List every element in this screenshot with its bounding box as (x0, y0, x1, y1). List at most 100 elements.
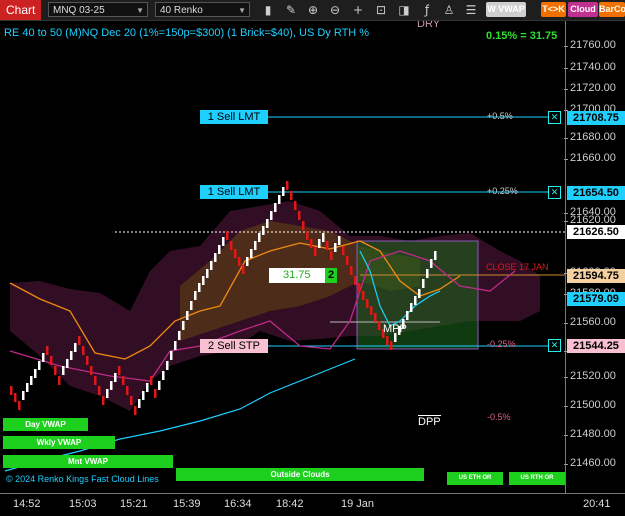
time-axis[interactable]: 14:52 15:03 15:21 15:39 16:34 18:42 19 J… (0, 493, 625, 516)
x-tick: 15:39 (173, 498, 201, 510)
instrument-selector[interactable]: MNQ 03-25 ▼ (48, 2, 148, 17)
renko-brick (118, 366, 121, 375)
y-tick: 21480.00 (564, 428, 616, 440)
renko-brick (222, 237, 225, 246)
renko-brick (230, 241, 233, 250)
chart-title: RE 40 to 50 (M)NQ Dec 20 (1%=150p=$300) … (4, 27, 370, 39)
renko-brick (270, 211, 273, 220)
renko-brick (282, 187, 285, 196)
renko-brick (166, 361, 169, 370)
y-tick: 21720.00 (564, 82, 616, 94)
crosshair-icon[interactable]: + (349, 1, 367, 19)
indicators-icon[interactable]: ƒ (418, 1, 436, 19)
renko-brick (66, 359, 69, 368)
renko-brick (102, 396, 105, 405)
zoom-out-icon[interactable]: ⊖ (326, 1, 344, 19)
sell-stop-order[interactable]: 2 Sell STP (200, 339, 268, 353)
renko-brick (142, 391, 145, 400)
renko-brick (386, 336, 389, 345)
renko-brick (162, 371, 165, 380)
bar-type-selector[interactable]: 40 Renko ▼ (155, 2, 250, 17)
y-tick: 21500.00 (564, 399, 616, 411)
close-label: CLOSE 17 JAN (486, 262, 549, 272)
renko-brick (410, 303, 413, 312)
renko-brick (18, 401, 21, 410)
renko-brick (286, 181, 289, 190)
renko-brick (62, 366, 65, 375)
lock-icon[interactable]: ⊡ (372, 1, 390, 19)
zoom-in-icon[interactable]: ⊕ (304, 1, 322, 19)
position-marker[interactable]: 31.75 2 (269, 268, 337, 283)
x-tick: 15:03 (69, 498, 97, 510)
renko-brick (426, 269, 429, 278)
price-tag-sell-limit-2: 21654.50 (567, 186, 625, 200)
close-order-icon[interactable]: ✕ (548, 339, 561, 352)
mnt-vwap-label: Mnt VWAP (3, 455, 173, 468)
renko-brick (50, 356, 53, 365)
chart-panel[interactable]: RE 40 to 50 (M)NQ Dec 20 (1%=150p=$300) … (0, 21, 565, 493)
strategy-icon[interactable]: ♙ (440, 1, 458, 19)
bar-chart-icon[interactable]: ▮ (259, 1, 277, 19)
renko-brick (138, 399, 141, 408)
renko-brick (294, 201, 297, 210)
renko-brick (218, 245, 221, 254)
screenshot-icon[interactable]: ◨ (395, 1, 413, 19)
y-tick: 21520.00 (564, 370, 616, 382)
renko-brick (434, 251, 437, 260)
renko-brick (130, 396, 133, 405)
renko-brick (354, 276, 357, 285)
y-tick: 21560.00 (564, 316, 616, 328)
renko-brick (46, 346, 49, 355)
tk-button[interactable]: T<>K (541, 2, 566, 17)
renko-brick (274, 203, 277, 212)
renko-brick (146, 383, 149, 392)
renko-brick (422, 279, 425, 288)
renko-brick (170, 351, 173, 360)
x-tick: 14:52 (13, 498, 41, 510)
renko-brick (34, 369, 37, 378)
renko-brick (390, 341, 393, 350)
chart-tab[interactable]: Chart (0, 0, 42, 20)
renko-brick (330, 251, 333, 260)
price-axis[interactable]: 21760.00 21740.00 21720.00 21700.00 2168… (564, 21, 625, 493)
renko-brick (338, 236, 341, 245)
renko-brick (58, 376, 61, 385)
data-box-icon[interactable]: ☰ (462, 1, 480, 19)
close-order-icon[interactable]: ✕ (548, 186, 561, 199)
w-vwap-button[interactable]: W VWAP (486, 2, 526, 17)
renko-brick (122, 376, 125, 385)
close-order-icon[interactable]: ✕ (548, 111, 561, 124)
renko-brick (154, 389, 157, 398)
sell-limit-order-2[interactable]: 1 Sell LMT (200, 185, 268, 199)
renko-brick (318, 239, 321, 248)
renko-brick (194, 291, 197, 300)
y-tick: 21740.00 (564, 61, 616, 73)
day-vwap-label: Day VWAP (3, 418, 88, 431)
cloud-button[interactable]: Cloud (568, 2, 598, 17)
renko-brick (30, 376, 33, 385)
renko-brick (206, 269, 209, 278)
pct-readout: 0.15% = 31.75 (486, 30, 558, 42)
renko-brick (74, 343, 77, 352)
pencil-icon[interactable]: ✎ (282, 1, 300, 19)
copyright-text: © 2024 Renko Kings Fast Cloud Lines (6, 474, 159, 484)
outside-clouds-label: Outside Clouds (176, 468, 424, 481)
sell-limit-order-1[interactable]: 1 Sell LMT (200, 110, 268, 124)
instrument-value: MNQ 03-25 (53, 5, 105, 16)
renko-brick (254, 241, 257, 250)
renko-brick (202, 276, 205, 285)
barco-button[interactable]: BarCo (599, 2, 625, 17)
renko-brick (82, 346, 85, 355)
renko-brick (38, 361, 41, 370)
x-tick: 16:34 (224, 498, 252, 510)
us-eth-or-label: US ETH OR (447, 472, 503, 485)
renko-brick (214, 253, 217, 262)
renko-brick (350, 266, 353, 275)
renko-brick (42, 353, 45, 362)
order-pct-2: +0.25% (487, 186, 518, 196)
x-tick: 15:21 (120, 498, 148, 510)
renko-brick (114, 373, 117, 382)
renko-brick (234, 249, 237, 258)
renko-brick (26, 383, 29, 392)
chart-toolbar: Chart MNQ 03-25 ▼ 40 Renko ▼ ▮ ✎ ⊕ ⊖ + ⊡… (0, 0, 625, 21)
